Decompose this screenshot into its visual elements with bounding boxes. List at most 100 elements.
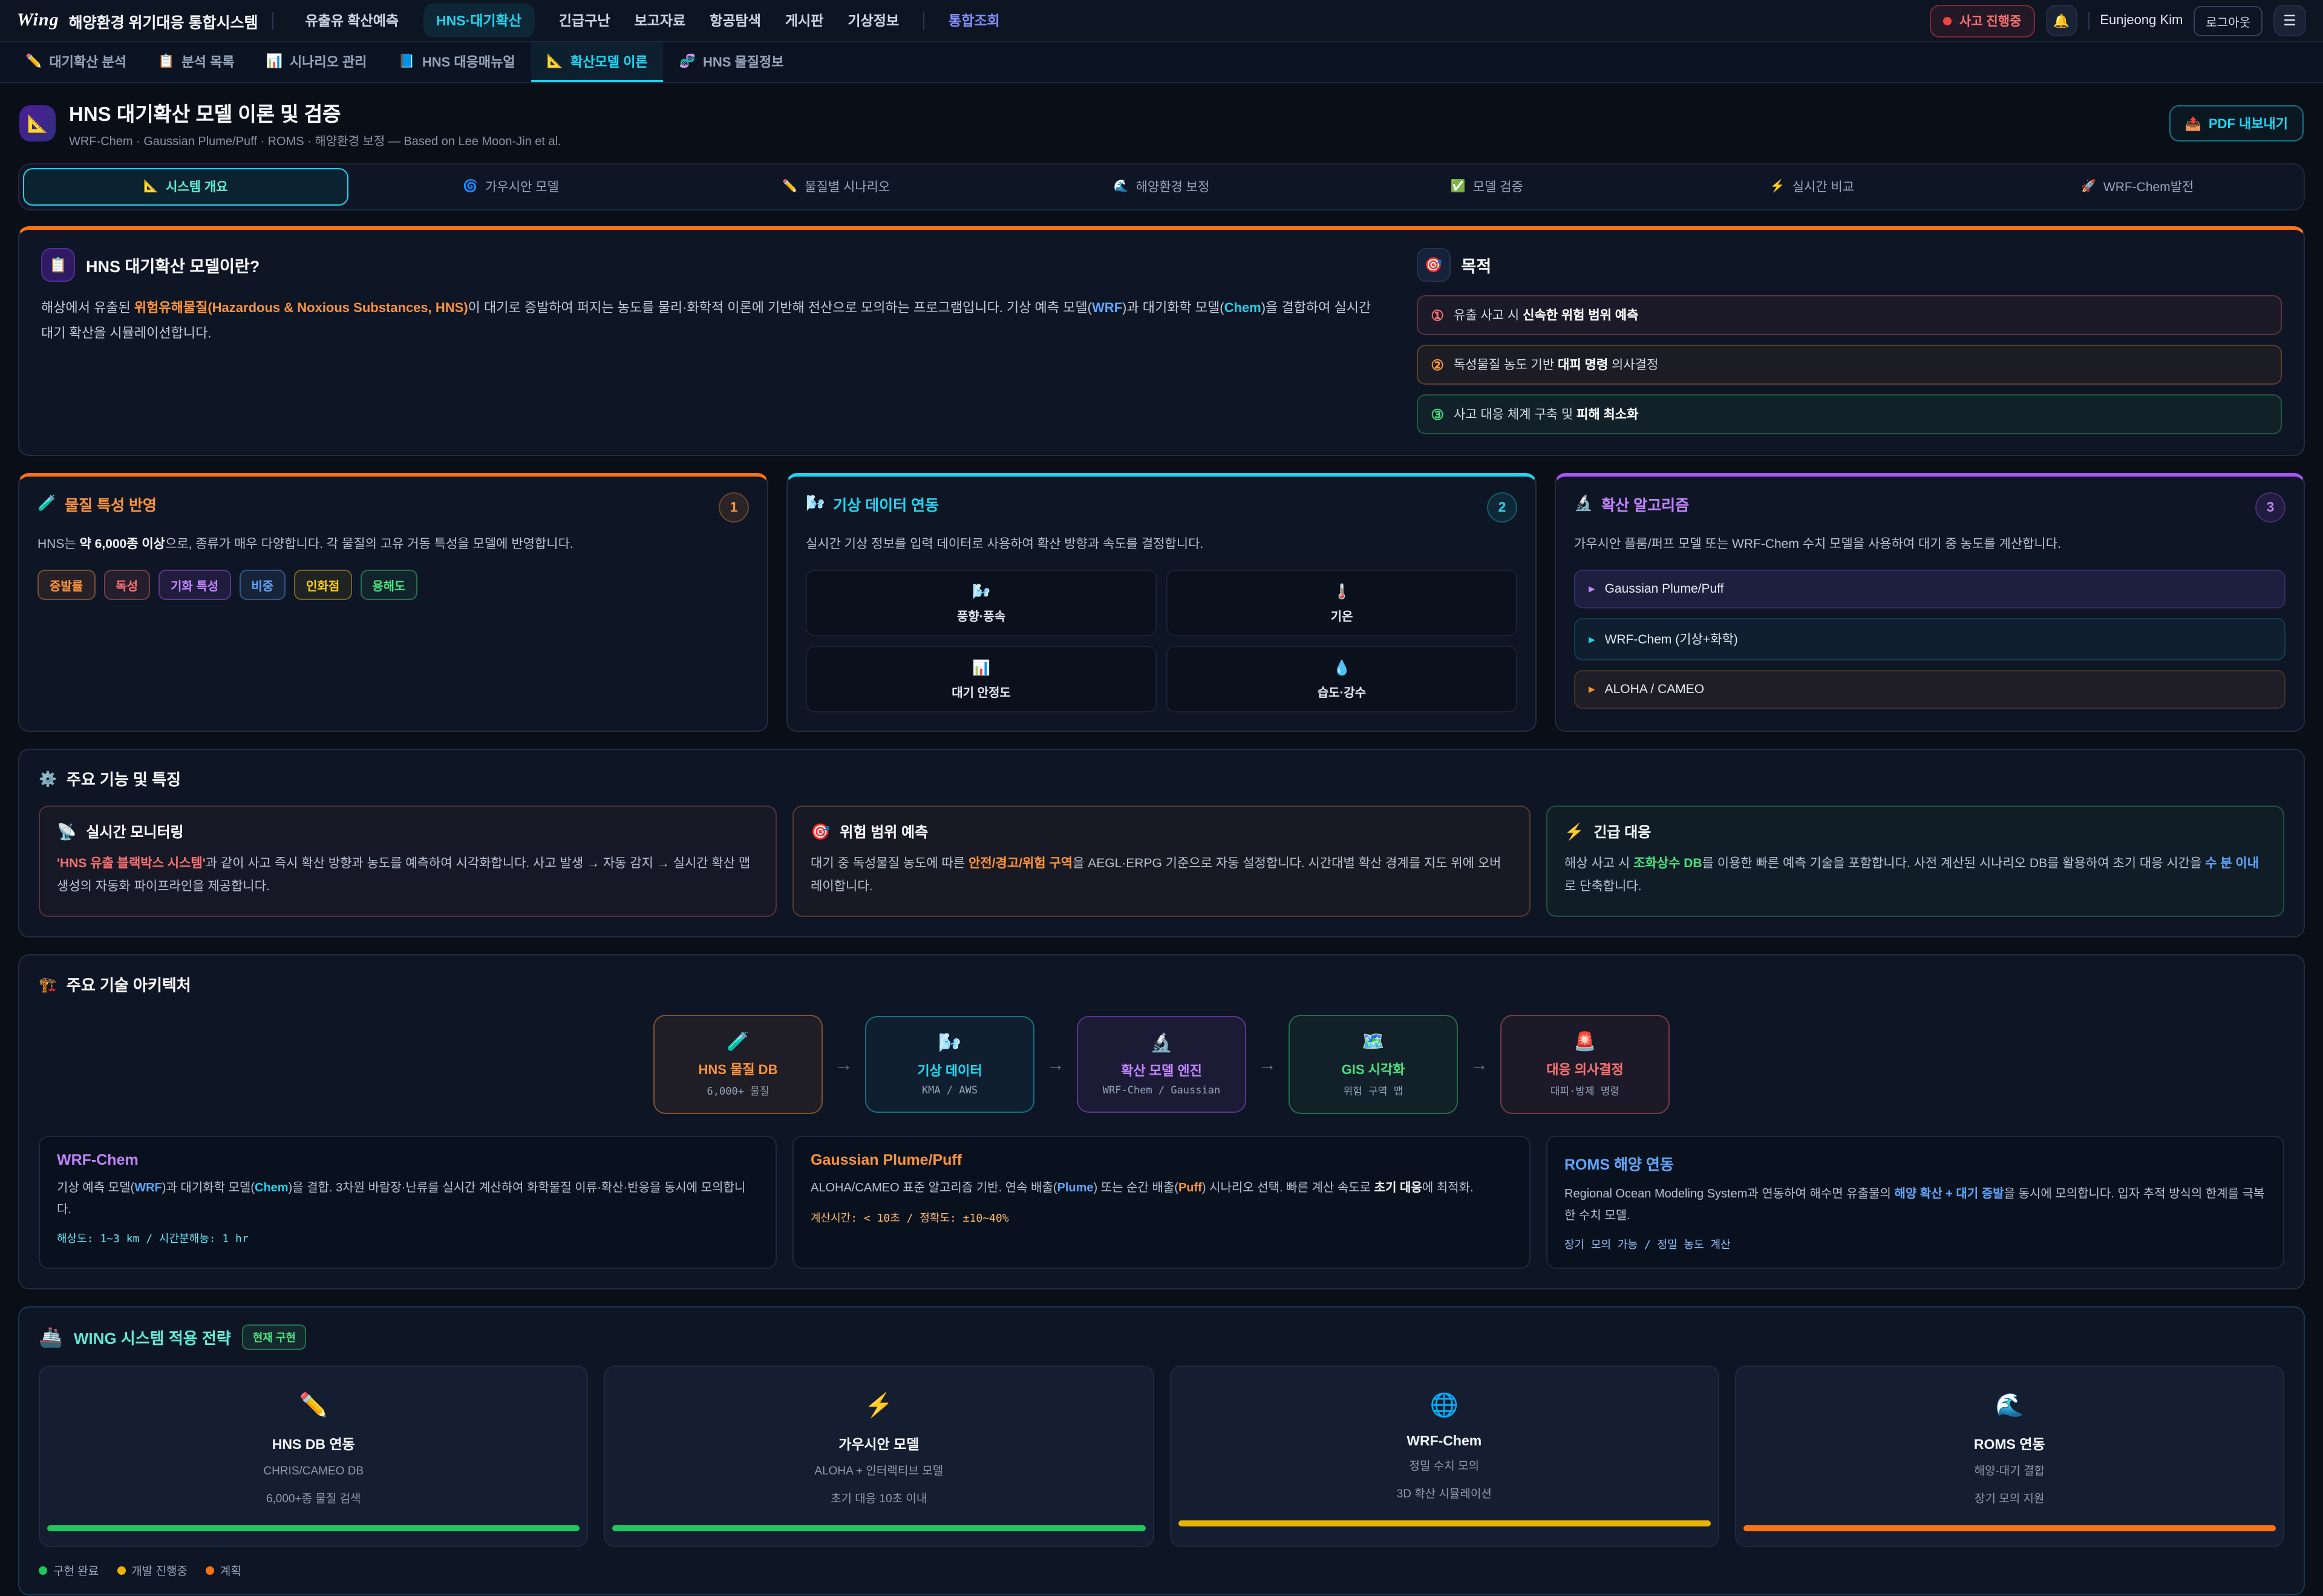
check-icon: ✅	[1451, 180, 1466, 194]
rocket-icon: 🚀	[2081, 180, 2096, 194]
logout-button[interactable]: 로그아웃	[2194, 5, 2263, 36]
algorithm-card-text: 가우시안 플룸/퍼프 모델 또는 WRF-Chem 수치 모델을 사용하여 대기…	[1574, 533, 2285, 556]
arrow-right-icon: →	[835, 1054, 853, 1075]
features-section-header: ⚙️ 주요 기능 및 특징	[39, 767, 2284, 790]
purpose-title: 목적	[1461, 253, 1491, 277]
tab-substance-scenarios[interactable]: ✏️ 물질별 시나리오	[673, 168, 999, 206]
tab-realtime-comparison[interactable]: ⚡ 실시간 비교	[1650, 168, 1975, 206]
subnav-hns-response-manual[interactable]: 📘 HNS 대응매뉴얼	[382, 42, 531, 82]
droplet-icon: 💧	[1333, 660, 1351, 677]
tab-model-validation[interactable]: ✅ 모델 검증	[1324, 168, 1650, 206]
triangle-ruler-icon: 📐	[547, 53, 563, 69]
tab-gaussian-model[interactable]: 🌀 가우시안 모델	[348, 168, 674, 206]
material-properties-card: 🧪 물질 특성 반영 1 HNS는 약 6,000종 이상으로, 종류가 매우 …	[18, 473, 768, 732]
divider	[2088, 11, 2089, 30]
hl-wrf: WRF	[134, 1182, 162, 1195]
nav-board[interactable]: 게시판	[785, 11, 824, 30]
weather-cell-humidity: 💧 습도·강수	[1166, 647, 1517, 713]
dna-icon: 🧬	[679, 53, 696, 69]
lightning-icon: ⚡	[606, 1391, 1153, 1420]
subnav: ✏️ 대기확산 분석 📋 분석 목록 📊 시나리오 관리 📘 HNS 대응매뉴얼…	[0, 42, 2323, 83]
purpose-item-3: ③ 사고 대응 체계 구축 및 피해 최소화	[1416, 394, 2282, 434]
intro-definition: 📋 HNS 대기확산 모델이란? 해상에서 유출된 위험유해물질(Hazardo…	[41, 248, 1382, 434]
wind-icon: 🌬️	[972, 584, 990, 601]
weather-cell-stability: 📊 대기 안정도	[806, 647, 1157, 713]
hamburger-icon: ☰	[2283, 12, 2296, 29]
satellite-antenna-icon: 📡	[57, 822, 76, 842]
pdf-export-button[interactable]: 📤 PDF 내보내기	[2169, 105, 2304, 142]
weather-card-title: 🌬️ 기상 데이터 연동	[806, 492, 939, 515]
subnav-analysis-list[interactable]: 📋 분석 목록	[142, 42, 250, 82]
strategy-title: WING 시스템 적용 전략	[74, 1326, 231, 1349]
export-icon: 📤	[2185, 116, 2201, 131]
tag-toxicity: 독성	[103, 570, 150, 601]
tab-system-overview[interactable]: 📐 시스템 개요	[23, 168, 348, 206]
microscope-icon: 🔬	[1574, 495, 1593, 513]
page-header-text: HNS 대기확산 모델 이론 및 검증 WRF-Chem · Gaussian …	[69, 98, 561, 149]
tech-card-wrf-chem: WRF-Chem 기상 예측 모델(WRF)과 대기화학 모델(Chem)을 결…	[39, 1136, 777, 1269]
target-icon: 🎯	[1416, 248, 1450, 282]
nav-integrated-search[interactable]: 통합조회	[949, 11, 1000, 30]
purpose-list: ① 유출 사고 시 신속한 위험 범위 예측 ② 독성물질 농도 기반 대피 명…	[1416, 295, 2282, 434]
incident-status-badge[interactable]: 사고 진행중	[1930, 4, 2034, 37]
system-title: 해양환경 위기대응 통합시스템	[69, 9, 258, 32]
lightning-icon: ⚡	[1770, 180, 1785, 194]
feature-realtime-monitoring: 📡 실시간 모니터링 'HNS 유출 블랙박스 시스템'과 같이 사고 즉시 확…	[39, 806, 777, 917]
number-2-icon: ②	[1431, 356, 1444, 373]
hl-hns: 위험유해물질(Hazardous & Noxious Substances, H…	[134, 301, 468, 316]
diffusion-algorithm-card: 🔬 확산 알고리즘 3 가우시안 플룸/퍼프 모델 또는 WRF-Chem 수치…	[1555, 473, 2305, 732]
legend-planned: 계획	[206, 1562, 241, 1579]
pen-icon: ✏️	[25, 53, 42, 69]
property-tags: 증발률 독성 기화 특성 비중 인화점 용해도	[38, 570, 749, 601]
test-tube-icon: 🧪	[38, 495, 56, 513]
test-tube-icon: 🧪	[667, 1031, 809, 1052]
weather-cell-temperature: 🌡️ 기온	[1166, 570, 1517, 637]
algo-gaussian-plume-puff[interactable]: ▸ Gaussian Plume/Puff	[1574, 570, 2285, 609]
status-legend: 구현 완료 개발 진행중 계획	[39, 1562, 2284, 1579]
algo-wrf-chem[interactable]: ▸ WRF-Chem (기상+화학)	[1574, 619, 2285, 661]
purpose-item-2: ② 독성물질 농도 기반 대피 명령 의사결정	[1416, 345, 2282, 385]
building-construction-icon: 🏗️	[39, 976, 57, 992]
subnav-air-diffusion-analysis[interactable]: ✏️ 대기확산 분석	[10, 42, 142, 82]
flow-node-model-engine: 🔬 확산 모델 엔진 WRF-Chem / Gaussian	[1077, 1016, 1246, 1113]
tag-solubility: 용해도	[360, 570, 417, 601]
hl-plume: Plume	[1057, 1182, 1094, 1195]
nav-weather-info[interactable]: 기상정보	[848, 11, 899, 30]
architecture-section-title: 주요 기술 아키텍처	[67, 972, 191, 995]
pdf-export-label: PDF 내보내기	[2209, 114, 2288, 133]
tech-cards: WRF-Chem 기상 예측 모델(WRF)과 대기화학 모델(Chem)을 결…	[39, 1136, 2284, 1269]
nav-emergency-rescue[interactable]: 긴급구난	[559, 11, 610, 30]
tab-wrf-chem-advance[interactable]: 🚀 WRF-Chem발전	[1975, 168, 2300, 206]
clipboard-icon: 📋	[158, 53, 174, 69]
nav-report-data[interactable]: 보고자료	[635, 11, 686, 30]
features-section-title: 주요 기능 및 특징	[67, 767, 181, 790]
app-logo[interactable]: Wing	[17, 10, 59, 31]
subnav-scenario-management[interactable]: 📊 시나리오 관리	[250, 42, 382, 82]
legend-done: 구현 완료	[39, 1562, 99, 1579]
algo-aloha-cameo[interactable]: ▸ ALOHA / CAMEO	[1574, 671, 2285, 709]
hamburger-menu-button[interactable]: ☰	[2273, 5, 2306, 36]
nav-oil-spill-prediction[interactable]: 유출유 확산예측	[305, 11, 399, 30]
cyclone-icon: 🌀	[463, 180, 478, 194]
strategy-header: 🚢 WING 시스템 적용 전략 현재 구현	[39, 1324, 2284, 1350]
thermometer-icon: 🌡️	[1333, 584, 1351, 601]
bell-icon: 🔔	[2053, 13, 2070, 28]
number-1-icon: ①	[1431, 307, 1444, 324]
subnav-hns-substance-info[interactable]: 🧬 HNS 물질정보	[664, 42, 800, 82]
status-bar-done	[47, 1526, 580, 1532]
tab-marine-environment-correction[interactable]: 🌊 해양환경 보정	[999, 168, 1324, 206]
hl-harmony-db: 조화상수 DB	[1633, 857, 1702, 871]
nav-hns-air-diffusion[interactable]: HNS·대기확산	[423, 4, 535, 37]
subnav-diffusion-model-theory[interactable]: 📐 확산모델 이론	[531, 42, 664, 82]
intro-section: 📋 HNS 대기확산 모델이란? 해상에서 유출된 위험유해물질(Hazardo…	[18, 226, 2305, 456]
notifications-button[interactable]: 🔔	[2045, 5, 2077, 36]
topbar-left: Wing 해양환경 위기대응 통합시스템 유출유 확산예측 HNS·대기확산 긴…	[17, 4, 1000, 37]
wave-icon: 🌊	[1736, 1391, 2284, 1420]
architecture-section-header: 🏗️ 주요 기술 아키텍처	[39, 972, 2284, 995]
nav-aerial-search[interactable]: 항공탐색	[710, 11, 761, 30]
hl-puff: Puff	[1178, 1182, 1202, 1195]
architecture-section: 🏗️ 주요 기술 아키텍처 🧪 HNS 물질 DB 6,000+ 물질 → 🌬️…	[18, 954, 2305, 1289]
green-dot-icon	[39, 1566, 47, 1575]
arrow-right-icon: →	[1047, 1054, 1065, 1075]
incident-status-label: 사고 진행중	[1959, 11, 2021, 30]
